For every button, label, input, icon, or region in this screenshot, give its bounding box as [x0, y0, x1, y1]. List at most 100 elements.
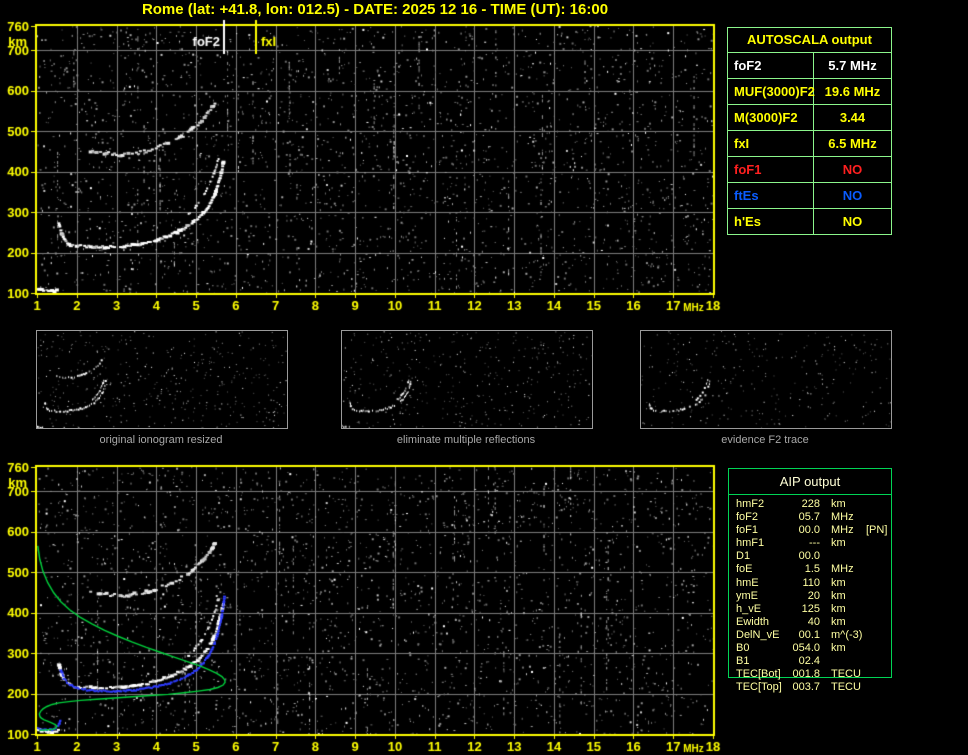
aip-val: 20 [807, 589, 820, 602]
table-row: TEC[Top] 003.7 TECU [729, 681, 891, 694]
aip-table-header: AIP output [729, 469, 891, 495]
aip-note [866, 668, 891, 681]
table-row: B1 02.4 [729, 655, 891, 668]
aip-val: 001.8 [792, 668, 820, 681]
table-row: B0 054.0 km [729, 642, 891, 655]
param-value: NO [842, 188, 863, 203]
param-value: NO [842, 162, 863, 177]
aip-note [866, 616, 891, 629]
thumbnail-eliminate-reflections [341, 330, 593, 429]
param-value: 19.6 MHz [824, 84, 881, 99]
aip-lbl: B0 [736, 642, 750, 655]
aip-note [866, 563, 891, 576]
table-row: ftEs NO [728, 183, 891, 209]
table-row: foF1 00.0 MHz [PN] [729, 524, 891, 537]
aip-lbl: D1 [736, 550, 751, 563]
thumbnail-evidence-f2-trace [640, 330, 892, 429]
aip-note [866, 642, 891, 655]
aip-val: 110 [802, 576, 820, 589]
aip-lbl: foF2 [736, 511, 759, 524]
param-label: foF1 [728, 157, 814, 182]
aip-unit: MHz [831, 511, 854, 524]
aip-val: 003.7 [792, 681, 820, 694]
aip-unit: MHz [831, 524, 854, 537]
aip-table-rows: hmF2 228 km foF2 05.7 MHz foF1 00.0 MHz [PN] hmF1 -… [729, 498, 891, 694]
aip-lbl: hmE [736, 576, 759, 589]
table-row: foF1 NO [728, 157, 891, 183]
table-row: MUF(3000)F2 19.6 MHz [728, 79, 891, 105]
table-row: Ewidth 40 km [729, 616, 891, 629]
aip-lbl: hmF1 [736, 537, 765, 550]
table-row: hmF2 228 km [729, 498, 891, 511]
aip-val: 228 [801, 498, 820, 510]
aip-unit: km [831, 615, 846, 628]
param-value: 3.44 [839, 110, 866, 125]
aip-note: [PN] [866, 524, 888, 537]
aip-val: 05.7 [798, 511, 820, 524]
param-value: NO [842, 214, 863, 229]
aip-note [866, 511, 891, 524]
autoscala-screen: Rome (lat: +41.8, lon: 012.5) - DATE: 20… [0, 0, 968, 755]
table-row: TEC[Bot] 001.8 TECU [729, 668, 891, 681]
aip-unit: TECU [831, 681, 861, 694]
aip-unit: MHz [831, 563, 854, 576]
param-label: ftEs [728, 183, 814, 208]
aip-unit: km [831, 642, 846, 655]
param-value: 5.7 MHz [828, 58, 877, 73]
aip-unit: km [831, 589, 846, 602]
aip-val: 00.0 [798, 524, 820, 537]
aip-lbl: DelN_vE [736, 628, 780, 641]
param-label: foF2 [728, 53, 814, 78]
table-row: hmE 110 km [729, 577, 891, 590]
param-value: 6.5 MHz [828, 136, 877, 151]
aip-val: 00.0 [798, 550, 820, 563]
aip-note [866, 590, 891, 603]
aip-lbl: TEC[Bot] [736, 668, 781, 681]
aip-note [866, 498, 891, 511]
aip-note [866, 550, 891, 563]
table-row: foF2 05.7 MHz [729, 511, 891, 524]
aip-output-table: AIP output hmF2 228 km foF2 05.7 MHz foF1 00.0 M… [728, 468, 892, 693]
aip-lbl: foE [736, 563, 753, 576]
aip-val: 02.4 [798, 655, 820, 668]
aip-lbl: ymE [736, 589, 758, 602]
aip-lbl: h_vE [736, 602, 762, 615]
aip-unit: km [831, 537, 846, 550]
aip-unit [820, 655, 866, 668]
param-label: fxI [728, 131, 814, 156]
aip-note [866, 681, 891, 694]
table-row: M(3000)F2 3.44 [728, 105, 891, 131]
table-row: ymE 20 km [729, 590, 891, 603]
aip-val: 1.5 [804, 563, 820, 576]
aip-unit: km [831, 498, 846, 510]
aip-val: --- [809, 537, 820, 550]
table-row: foF2 5.7 MHz [728, 53, 891, 79]
aip-unit: m^(-3) [831, 628, 863, 641]
table-row: h'Es NO [728, 209, 891, 234]
aip-note [866, 655, 891, 668]
aip-unit [820, 550, 866, 563]
aip-val: 00.1 [798, 628, 820, 641]
table-row: DelN_vE 00.1 m^(-3) [729, 629, 891, 642]
autoscala-table-header: AUTOSCALA output [728, 28, 891, 53]
aip-note [866, 537, 891, 550]
param-label: MUF(3000)F2 [728, 79, 815, 104]
profile-plot-canvas [0, 438, 730, 755]
aip-unit: km [831, 602, 846, 615]
table-row: D1 00.0 [729, 550, 891, 563]
table-row: hmF1 --- km [729, 537, 891, 550]
aip-val: 054.0 [792, 642, 820, 655]
aip-unit: TECU [831, 668, 861, 681]
autoscala-output-table: AUTOSCALA output foF2 5.7 MHz MUF(3000)F2 1… [727, 27, 892, 235]
thumbnail-original-ionogram [36, 330, 288, 429]
aip-lbl: Ewidth [736, 615, 770, 628]
aip-val: 125 [801, 602, 820, 615]
aip-lbl: hmF2 [736, 498, 765, 510]
ionogram-plot-canvas [0, 0, 730, 320]
param-label: M(3000)F2 [728, 105, 814, 130]
aip-lbl: TEC[Top] [736, 681, 782, 694]
table-row: fxI 6.5 MHz [728, 131, 891, 157]
aip-note [866, 629, 891, 642]
aip-note [866, 577, 891, 590]
aip-val: 40 [807, 615, 820, 628]
